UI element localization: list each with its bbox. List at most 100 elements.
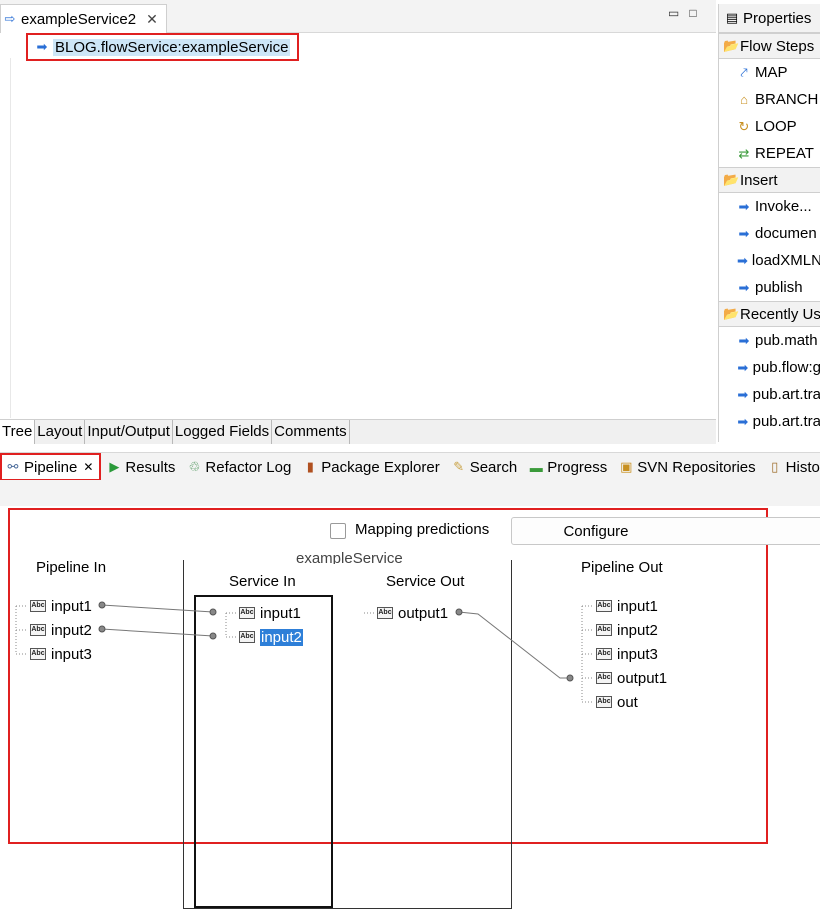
field-label: input3	[51, 645, 92, 663]
repeat-icon: ⇄	[738, 145, 750, 161]
properties-icon: ▤	[725, 10, 739, 25]
string-icon: Abc	[596, 672, 612, 684]
branch-icon: ⌂	[740, 92, 748, 107]
svn-icon: ▣	[620, 459, 633, 474]
invoke-icon: ➡	[738, 198, 750, 214]
palette-item-map[interactable]: ⤤ MAP	[719, 59, 820, 86]
editor-tab[interactable]: ⇨ exampleService2 ✕	[0, 4, 167, 33]
service-in-title: Service In	[229, 573, 296, 590]
palette-item-recent-2[interactable]: ➡ pub.flow:g	[719, 354, 820, 381]
item-label: pub.art.tra	[752, 386, 820, 403]
palette-item-loop[interactable]: ↻ LOOP	[719, 113, 820, 140]
palette-group-insert[interactable]: 📂 Insert	[719, 167, 820, 193]
tab-results[interactable]: ▶ Results	[101, 454, 181, 480]
pipeline-out-input3[interactable]: Abc input3	[596, 642, 658, 666]
history-icon: ▯	[771, 459, 779, 474]
configure-button[interactable]: Configure	[511, 517, 820, 545]
close-icon[interactable]: ✕	[81, 460, 95, 474]
flow-editor-area[interactable]	[0, 33, 716, 419]
tab-comments[interactable]: Comments	[272, 420, 350, 444]
item-label: REPEAT	[755, 145, 814, 162]
tab-pipeline[interactable]: ⚯ Pipeline ✕	[0, 453, 102, 481]
service-name: exampleService	[296, 550, 403, 564]
service-in-input1[interactable]: Abc input1	[239, 601, 301, 625]
close-icon[interactable]: ✕	[146, 11, 158, 28]
group-label: Insert	[740, 171, 778, 189]
tab-label: Package Explorer	[321, 458, 440, 476]
editor-bottom-tabs: Tree Layout Input/Output Logged Fields C…	[0, 419, 716, 444]
tab-refactor-log[interactable]: ♲ Refactor Log	[181, 454, 297, 480]
pipeline-out-out[interactable]: Abc out	[596, 690, 638, 714]
item-label: pub.art.tra	[752, 413, 820, 430]
tab-logged-fields[interactable]: Logged Fields	[173, 420, 273, 444]
invoke-icon: ➡	[738, 332, 750, 348]
palette-item-recent-4[interactable]: ➡ pub.art.tra	[719, 408, 820, 435]
folder-open-icon: 📂	[723, 306, 740, 321]
tab-svn-repositories[interactable]: ▣ SVN Repositories	[613, 454, 761, 480]
folder-open-icon: 📂	[723, 38, 740, 53]
search-icon: ✎	[453, 459, 465, 474]
pipeline-out-input1[interactable]: Abc input1	[596, 594, 658, 618]
group-label: Recently Us	[740, 305, 820, 323]
invoke-icon: ➡	[737, 359, 749, 375]
palette-header[interactable]: ▤ Properties	[719, 4, 820, 33]
service-out-title: Service Out	[386, 573, 465, 590]
tab-package-explorer[interactable]: ▮ Package Explorer	[297, 454, 445, 480]
tab-label: Search	[469, 458, 518, 476]
invoke-icon: ➡	[737, 386, 749, 402]
item-label: publish	[755, 279, 803, 296]
string-icon: Abc	[596, 696, 612, 708]
string-icon: Abc	[30, 624, 46, 636]
pipeline-in-input2[interactable]: Abc input2	[30, 618, 92, 642]
service-out-output1[interactable]: Abc output1	[377, 601, 448, 625]
palette-group-recently-used[interactable]: 📂 Recently Us	[719, 301, 820, 327]
invoke-icon: ➡	[738, 279, 750, 295]
field-label: input1	[51, 597, 92, 615]
palette-item-recent-3[interactable]: ➡ pub.art.tra	[719, 381, 820, 408]
results-icon: ▶	[109, 459, 120, 474]
tab-input-output[interactable]: Input/Output	[85, 420, 173, 444]
tab-history[interactable]: ▯ History	[762, 454, 820, 480]
palette-group-flow-steps[interactable]: 📂 Flow Steps	[719, 33, 820, 59]
string-icon: Abc	[596, 624, 612, 636]
configure-label: Configure	[563, 522, 629, 540]
tab-label: Progress	[547, 458, 608, 476]
pipeline-in-input1[interactable]: Abc input1	[30, 594, 92, 618]
pipeline-out-output1[interactable]: Abc output1	[596, 666, 667, 690]
string-icon: Abc	[30, 648, 46, 660]
palette-item-document[interactable]: ➡ documen	[719, 220, 820, 247]
string-icon: Abc	[377, 607, 393, 619]
item-label: loadXMLN	[751, 252, 820, 269]
field-label: input1	[617, 597, 658, 615]
string-icon: Abc	[596, 600, 612, 612]
pipeline-in-input3[interactable]: Abc input3	[30, 642, 92, 666]
palette-item-loadxml[interactable]: ➡ loadXMLN	[719, 247, 820, 274]
item-label: LOOP	[755, 118, 797, 135]
invoke-icon: ➡	[737, 413, 749, 429]
palette-item-repeat[interactable]: ⇄ REPEAT	[719, 140, 820, 167]
tab-tree[interactable]: Tree	[0, 420, 36, 444]
group-label: Flow Steps	[740, 37, 815, 55]
tab-search[interactable]: ✎ Search	[446, 454, 524, 480]
service-in-input2[interactable]: Abc input2	[239, 625, 303, 649]
field-label: input3	[617, 645, 658, 663]
tab-layout[interactable]: Layout	[35, 420, 86, 444]
pipeline-out-input2[interactable]: Abc input2	[596, 618, 658, 642]
tree-guide	[10, 58, 11, 418]
mapping-predictions-checkbox[interactable]	[330, 523, 346, 539]
flow-step-invoke[interactable]: ➡ BLOG.flowService:exampleService	[26, 33, 300, 61]
pipeline-icon: ⚯	[7, 459, 19, 474]
string-icon: Abc	[239, 607, 255, 619]
tab-progress[interactable]: ▬ Progress	[523, 454, 613, 480]
palette-item-invoke[interactable]: ➡ Invoke...	[719, 193, 820, 220]
item-label: Invoke...	[755, 198, 812, 215]
loop-icon: ↻	[738, 118, 750, 134]
palette-item-recent-1[interactable]: ➡ pub.math	[719, 327, 820, 354]
palette-item-publish[interactable]: ➡ publish	[719, 274, 820, 301]
window-controls[interactable]: ▭□	[668, 6, 707, 20]
progress-icon: ▬	[529, 459, 543, 475]
field-label: out	[617, 693, 638, 711]
string-icon: Abc	[30, 600, 46, 612]
invoke-icon: ➡	[36, 39, 48, 54]
palette-item-branch[interactable]: ⌂ BRANCH	[719, 86, 820, 113]
